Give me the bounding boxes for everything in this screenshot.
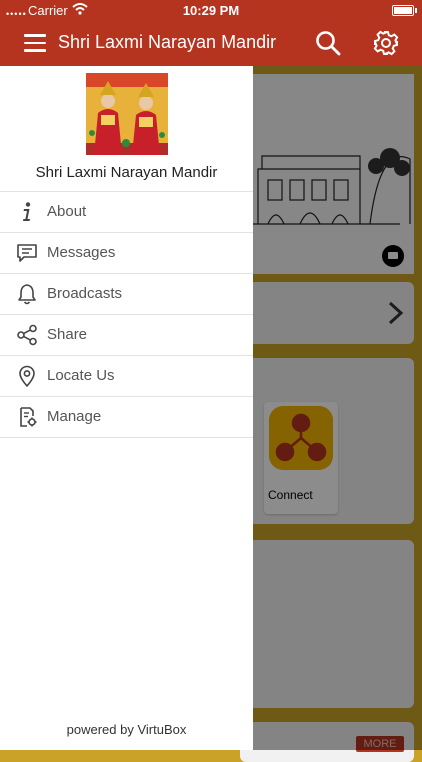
menu-item-share[interactable]: Share xyxy=(0,314,253,355)
info-icon xyxy=(23,202,31,221)
drawer-temple-name: Shri Laxmi Narayan Mandir xyxy=(35,164,218,181)
menu-item-label: Locate Us xyxy=(47,367,115,384)
message-icon xyxy=(17,244,37,262)
menu-item-locate-us[interactable]: Locate Us xyxy=(0,355,253,396)
temple-deity-image xyxy=(86,73,168,155)
hamburger-menu-icon[interactable] xyxy=(24,34,46,52)
menu-item-label: About xyxy=(47,203,87,220)
menu-item-messages[interactable]: Messages xyxy=(0,232,253,273)
powered-by-footer: powered by VirtuBox xyxy=(66,722,187,737)
clock: 10:29 PM xyxy=(182,3,240,18)
menu-item-label: Messages xyxy=(47,244,116,261)
menu-item-label: Broadcasts xyxy=(47,285,123,302)
menu-item-label: Manage xyxy=(47,408,102,425)
search-icon[interactable] xyxy=(315,30,341,56)
menu-item-about[interactable]: About xyxy=(0,191,253,232)
battery-icon xyxy=(392,5,417,16)
menu-item-label: Share xyxy=(47,326,88,343)
side-drawer: Shri Laxmi Narayan Mandir About Messages… xyxy=(0,66,253,750)
app-header: Shri Laxmi Narayan Mandir xyxy=(0,20,422,66)
manage-icon xyxy=(20,407,37,427)
gear-icon[interactable] xyxy=(373,30,399,56)
drawer-menu: About Messages Broadcasts Share Locate U… xyxy=(0,191,253,438)
menu-item-broadcasts[interactable]: Broadcasts xyxy=(0,273,253,314)
location-pin-icon xyxy=(19,365,35,387)
bell-icon xyxy=(18,284,36,305)
status-bar: ••••• Carrier 10:29 PM xyxy=(0,0,422,20)
menu-item-manage[interactable]: Manage xyxy=(0,396,253,438)
page-title: Shri Laxmi Narayan Mandir xyxy=(58,32,277,52)
share-icon xyxy=(17,324,37,346)
